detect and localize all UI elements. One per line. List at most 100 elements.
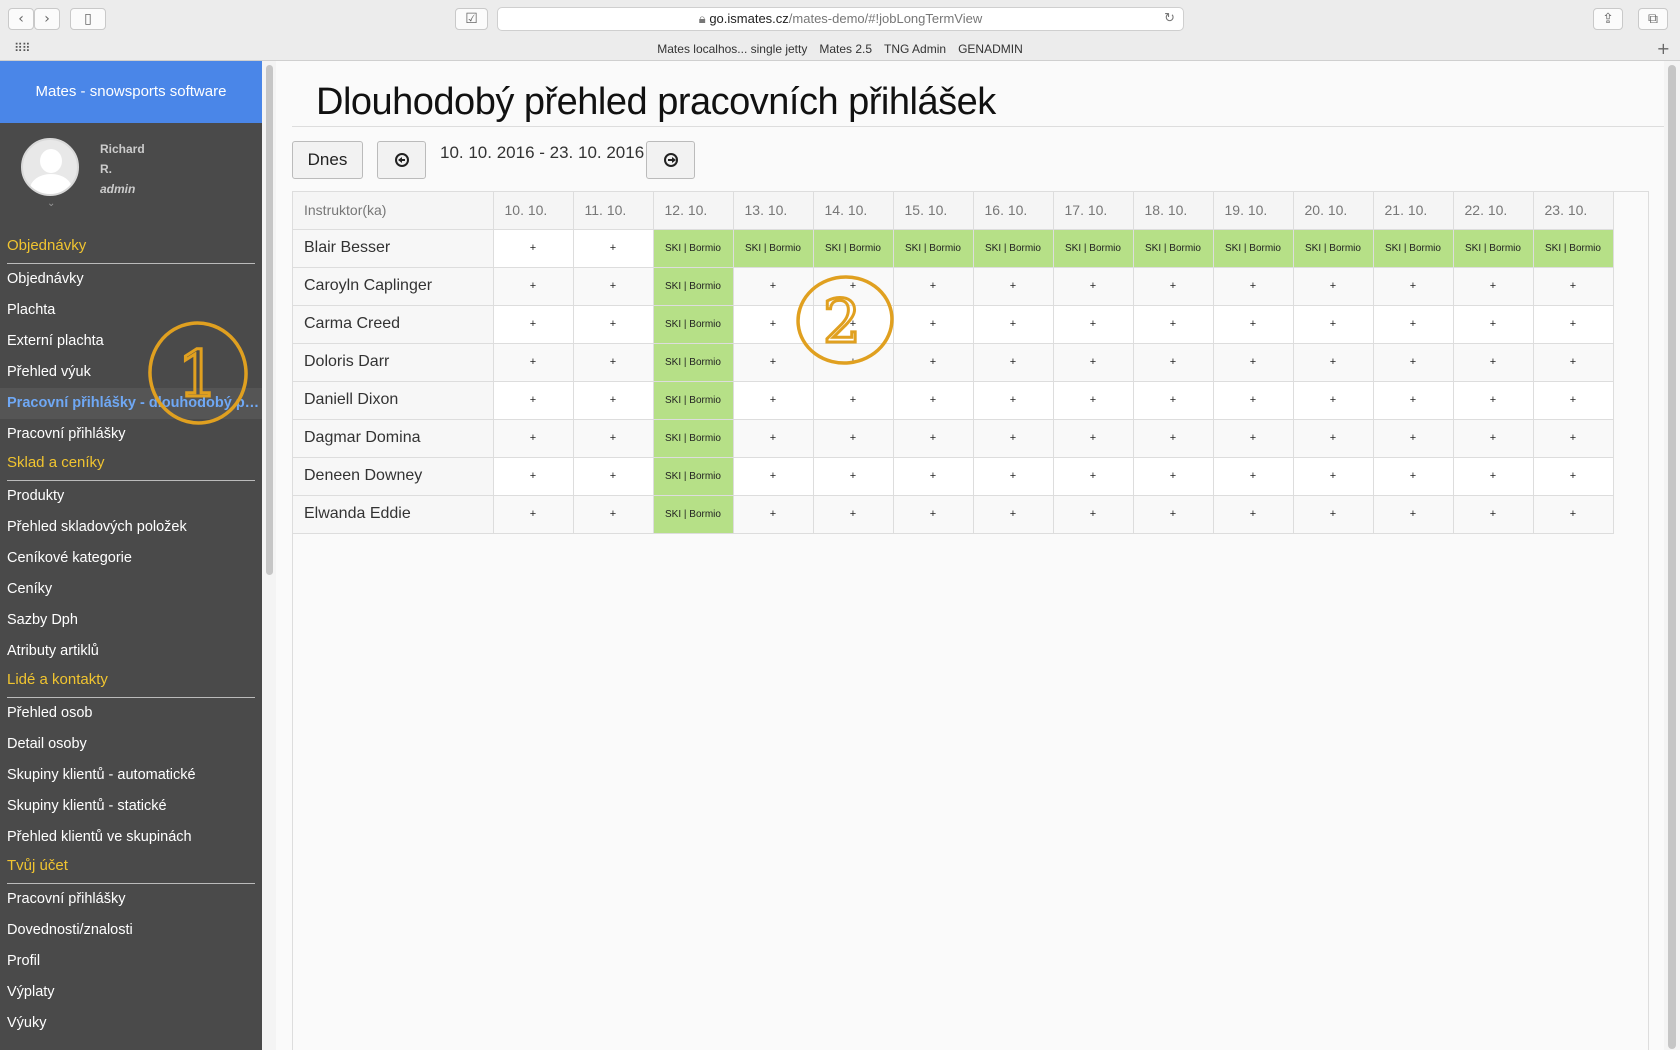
booking-cell[interactable]: SKI | Bormio [1533,229,1614,268]
add-booking-cell[interactable]: + [573,305,654,344]
add-booking-cell[interactable]: + [493,457,574,496]
add-booking-cell[interactable]: + [1133,343,1214,382]
booking-cell[interactable]: SKI | Bormio [1293,229,1374,268]
add-booking-cell[interactable]: + [1373,381,1454,420]
user-profile[interactable]: Richard R. admin ⌄ [0,123,262,233]
add-booking-cell[interactable]: + [493,495,574,534]
add-booking-cell[interactable]: + [493,419,574,458]
bookmark-item[interactable]: Mates localhos... single jetty [657,42,807,56]
add-booking-cell[interactable]: + [813,343,894,382]
add-booking-cell[interactable]: + [1053,457,1134,496]
booking-cell[interactable]: SKI | Bormio [653,305,734,344]
add-booking-cell[interactable]: + [733,305,814,344]
add-booking-cell[interactable]: + [733,381,814,420]
add-booking-cell[interactable]: + [573,229,654,268]
booking-cell[interactable]: SKI | Bormio [653,267,734,306]
sidebar-item[interactable]: Výuky [0,1008,262,1039]
sidebar-item[interactable]: Pracovní přihlášky [0,884,262,915]
sidebar-item[interactable]: Přehled osob [0,698,262,729]
booking-cell[interactable]: SKI | Bormio [973,229,1054,268]
bookmark-item[interactable]: TNG Admin [884,42,946,56]
sidebar-item[interactable]: Dovednosti/znalosti [0,915,262,946]
today-button[interactable]: Dnes [292,141,363,179]
sidebar-item[interactable]: Skupiny klientů - statické [0,791,262,822]
share-icon[interactable]: ⇪ [1593,8,1623,30]
add-booking-cell[interactable]: + [893,267,974,306]
add-booking-cell[interactable]: + [733,267,814,306]
add-booking-cell[interactable]: + [1533,267,1614,306]
add-booking-cell[interactable]: + [493,381,574,420]
add-booking-cell[interactable]: + [813,267,894,306]
add-booking-cell[interactable]: + [1133,381,1214,420]
booking-cell[interactable]: SKI | Bormio [1053,229,1134,268]
add-booking-cell[interactable]: + [1373,267,1454,306]
add-booking-cell[interactable]: + [813,495,894,534]
add-booking-cell[interactable]: + [493,305,574,344]
page-scrollbar[interactable] [1664,61,1680,1050]
add-booking-cell[interactable]: + [1533,419,1614,458]
add-booking-cell[interactable]: + [1533,305,1614,344]
add-booking-cell[interactable]: + [1533,457,1614,496]
sidebar-toggle-icon[interactable]: ▯ [70,8,106,30]
bookmark-item[interactable]: GENADMIN [958,42,1023,56]
add-booking-cell[interactable]: + [1453,457,1534,496]
add-booking-cell[interactable]: + [1213,343,1294,382]
booking-cell[interactable]: SKI | Bormio [653,381,734,420]
add-booking-cell[interactable]: + [1293,381,1374,420]
add-booking-cell[interactable]: + [733,343,814,382]
reload-icon[interactable]: ↻ [1164,8,1175,30]
tabs-icon[interactable]: ⧉ [1638,8,1668,30]
add-booking-cell[interactable]: + [1053,305,1134,344]
brand-title[interactable]: Mates - snowsports software [0,61,262,123]
booking-cell[interactable]: SKI | Bormio [653,457,734,496]
add-booking-cell[interactable]: + [1213,305,1294,344]
add-booking-cell[interactable]: + [1213,381,1294,420]
add-booking-cell[interactable]: + [813,457,894,496]
sidebar-item[interactable]: Přehled skladových položek [0,512,262,543]
add-booking-cell[interactable]: + [1453,495,1534,534]
sidebar-item[interactable]: Výplaty [0,977,262,1008]
sidebar-item[interactable]: Externí plachta [0,326,262,357]
add-booking-cell[interactable]: + [573,267,654,306]
booking-cell[interactable]: SKI | Bormio [1213,229,1294,268]
sidebar-item[interactable]: Detail osoby [0,729,262,760]
sidebar-item[interactable]: Pracovní přihlášky [0,419,262,450]
booking-cell[interactable]: SKI | Bormio [1373,229,1454,268]
add-booking-cell[interactable]: + [1373,457,1454,496]
booking-cell[interactable]: SKI | Bormio [1453,229,1534,268]
booking-cell[interactable]: SKI | Bormio [653,419,734,458]
add-booking-cell[interactable]: + [733,419,814,458]
add-booking-cell[interactable]: + [1213,267,1294,306]
address-bar[interactable]: 🔒︎ go.ismates.cz/mates-demo/#!jobLongTer… [497,7,1184,31]
add-booking-cell[interactable]: + [973,381,1054,420]
add-booking-cell[interactable]: + [1453,343,1534,382]
add-booking-cell[interactable]: + [1213,457,1294,496]
sidebar-item[interactable]: Pracovní přihlášky - dlouhodobý přehled [0,388,262,419]
booking-cell[interactable]: SKI | Bormio [813,229,894,268]
sidebar-item[interactable]: Produkty [0,481,262,512]
add-booking-cell[interactable]: + [573,457,654,496]
add-booking-cell[interactable]: + [973,457,1054,496]
sidebar-item[interactable]: Ceníkové kategorie [0,543,262,574]
add-booking-cell[interactable]: + [893,419,974,458]
add-booking-cell[interactable]: + [893,457,974,496]
add-booking-cell[interactable]: + [1053,343,1134,382]
add-booking-cell[interactable]: + [1373,343,1454,382]
forward-icon[interactable]: › [34,8,60,30]
add-booking-cell[interactable]: + [893,381,974,420]
add-booking-cell[interactable]: + [1453,419,1534,458]
sidebar-item[interactable]: Objednávky [0,264,262,295]
add-booking-cell[interactable]: + [1293,305,1374,344]
add-booking-cell[interactable]: + [1133,267,1214,306]
booking-cell[interactable]: SKI | Bormio [653,229,734,268]
add-booking-cell[interactable]: + [1293,419,1374,458]
add-booking-cell[interactable]: + [1213,419,1294,458]
sidebar-item[interactable]: Přehled klientů ve skupinách [0,822,262,853]
prev-period-button[interactable] [377,141,426,179]
add-booking-cell[interactable]: + [813,381,894,420]
add-booking-cell[interactable]: + [1373,495,1454,534]
add-booking-cell[interactable]: + [893,495,974,534]
sidebar-item[interactable]: Skupiny klientů - automatické [0,760,262,791]
add-booking-cell[interactable]: + [973,343,1054,382]
booking-cell[interactable]: SKI | Bormio [893,229,974,268]
